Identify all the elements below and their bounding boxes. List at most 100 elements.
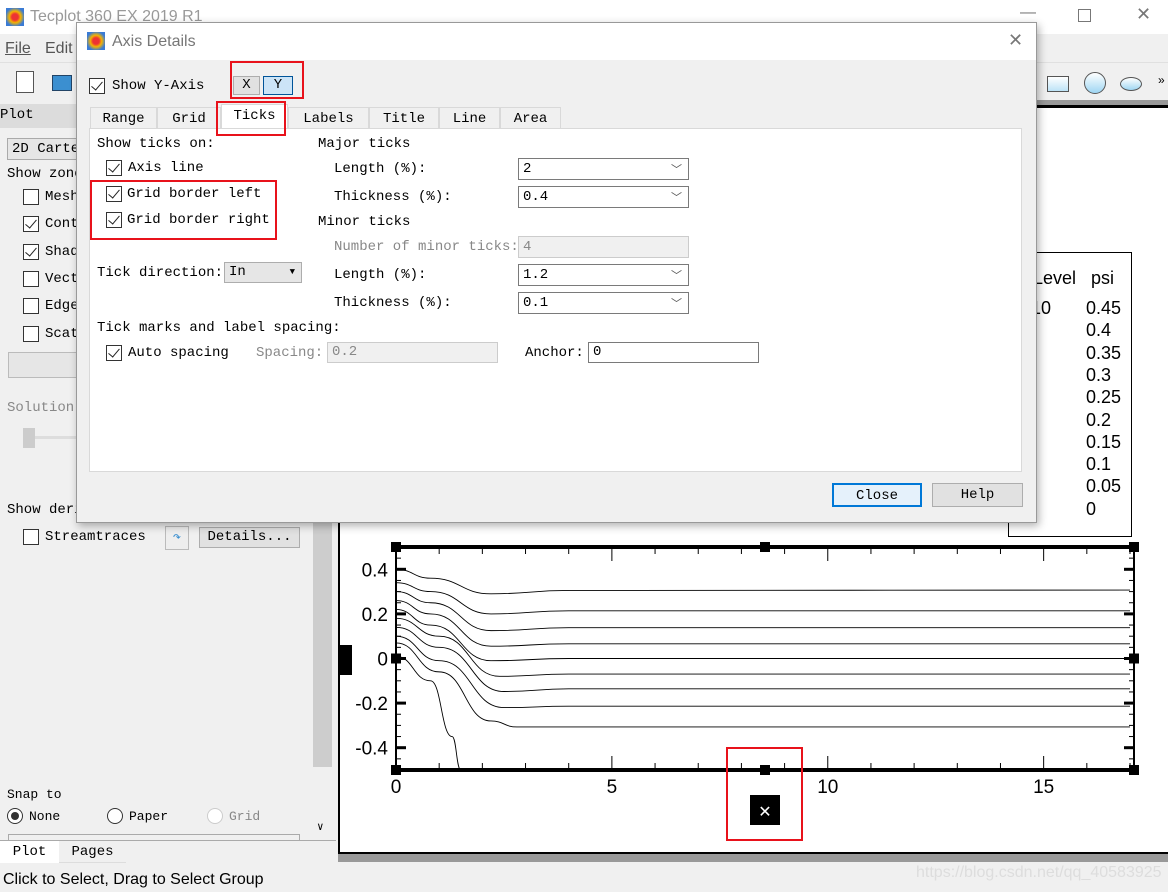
layer-label: Vect xyxy=(45,270,79,287)
spacing-input[interactable]: 0.2 xyxy=(327,342,498,363)
minor-length-value: 1.2 xyxy=(523,267,549,283)
major-thickness-label: Thickness (%): xyxy=(334,189,452,205)
layer-label: Scat xyxy=(45,325,79,342)
tab-range[interactable]: Range xyxy=(90,107,157,129)
streamtraces-label: Streamtraces xyxy=(45,529,146,545)
show-axis-checkbox[interactable] xyxy=(89,78,105,94)
tab-grid[interactable]: Grid xyxy=(157,107,221,129)
dropdown-arrow-icon: ▼ xyxy=(289,267,295,277)
streamtrace-icon[interactable]: ↷ xyxy=(165,526,189,550)
tab-area[interactable]: Area xyxy=(500,107,561,129)
chevron-down-icon: ﹀ xyxy=(671,193,682,205)
scrollbar-thumb[interactable] xyxy=(313,522,332,767)
legend-psi: 0 xyxy=(1086,498,1097,519)
menu-edit[interactable]: Edit xyxy=(45,40,73,58)
workspace-bottom-scroll[interactable] xyxy=(338,854,1168,862)
rectangle-tool-icon[interactable] xyxy=(1047,76,1069,92)
menu-file[interactable]: File xyxy=(5,40,31,58)
snap-radio[interactable] xyxy=(7,808,23,824)
contour-line xyxy=(395,600,1130,647)
layer-checkbox[interactable] xyxy=(23,298,39,315)
ellipse-tool-icon[interactable] xyxy=(1120,77,1142,91)
layer-label: Edge xyxy=(45,298,79,315)
tab-labels[interactable]: Labels xyxy=(288,107,369,129)
app-logo-icon xyxy=(6,8,24,26)
legend-psi: 0.05 xyxy=(1086,476,1122,497)
x-tick-label: 10 xyxy=(817,777,838,798)
minor-thickness-value: 0.1 xyxy=(523,295,549,311)
legend-psi: 0.2 xyxy=(1086,409,1112,430)
contour-line xyxy=(395,608,1130,662)
radio-dot xyxy=(11,812,19,820)
snap-radio[interactable] xyxy=(207,808,223,824)
y-tick-label: 0 xyxy=(377,650,388,671)
show-axis-label: Show Y-Axis xyxy=(112,78,205,94)
selection-handle xyxy=(1129,653,1139,664)
dialog-close-icon[interactable]: ✕ xyxy=(1008,30,1023,51)
more-tools-icon[interactable]: » xyxy=(1158,73,1165,87)
show-derived-label: Show deri xyxy=(7,502,83,518)
maximize-button[interactable] xyxy=(1078,9,1091,22)
solution-slider-track xyxy=(35,436,80,439)
tab-pages[interactable]: Pages xyxy=(59,841,126,863)
layer-label: Mesh xyxy=(45,189,79,205)
axis-line-checkbox[interactable] xyxy=(106,160,122,176)
bottom-tabs: Plot Pages xyxy=(0,840,336,863)
layer-checkbox[interactable] xyxy=(23,189,39,205)
scroll-down-icon[interactable]: ∨ xyxy=(317,820,324,834)
dialog-titlebar: Axis Details ✕ xyxy=(77,23,1036,60)
chevron-down-icon: ﹀ xyxy=(671,299,682,311)
legend-psi: 0.45 xyxy=(1086,298,1122,318)
minor-thickness-select[interactable]: 0.1 ﹀ xyxy=(518,292,689,314)
major-length-select[interactable]: 2 ﹀ xyxy=(518,158,689,180)
legend-header-psi: psi xyxy=(1091,268,1115,288)
snap-radio[interactable] xyxy=(107,808,123,824)
layer-checkbox[interactable] xyxy=(23,243,39,260)
legend-psi: 0.3 xyxy=(1086,364,1112,385)
snap-label: Snap to xyxy=(7,787,62,802)
tab-plot[interactable]: Plot xyxy=(0,841,59,863)
layer-label: Shad xyxy=(45,243,79,260)
major-thickness-select[interactable]: 0.4 ﹀ xyxy=(518,186,689,208)
panel-scrollbar[interactable]: ∨ xyxy=(313,522,332,842)
contour-line xyxy=(395,617,1130,677)
legend-psi: 0.25 xyxy=(1086,387,1122,408)
streamtraces-checkbox[interactable] xyxy=(23,529,39,545)
show-zones-label: Show zone xyxy=(7,166,83,182)
tick-direction-value: In xyxy=(229,264,246,280)
minor-count-input[interactable]: 4 xyxy=(518,236,689,258)
solution-label: Solution xyxy=(7,400,75,416)
new-file-icon[interactable] xyxy=(16,71,34,93)
selection-handle xyxy=(1129,765,1139,775)
open-folder-icon[interactable] xyxy=(52,75,72,91)
close-window-button[interactable]: ✕ xyxy=(1136,4,1151,25)
major-length-value: 2 xyxy=(523,161,532,177)
tab-title[interactable]: Title xyxy=(369,107,439,129)
anchor-input[interactable]: 0 xyxy=(588,342,759,363)
tick-direction-select[interactable]: In ▼ xyxy=(224,262,302,283)
help-button[interactable]: Help xyxy=(932,483,1023,507)
auto-spacing-checkbox[interactable] xyxy=(106,345,122,361)
show-ticks-on-label: Show ticks on: xyxy=(97,136,215,152)
dialog-title: Axis Details xyxy=(112,33,196,50)
spacing-label: Spacing: xyxy=(256,345,324,361)
status-bar: Click to Select, Drag to Select Group xyxy=(3,871,264,888)
close-button[interactable]: Close xyxy=(832,483,922,507)
plot-type-select[interactable]: 2D Carte xyxy=(7,138,87,160)
details-button[interactable]: Details... xyxy=(199,527,300,548)
tab-line[interactable]: Line xyxy=(439,107,500,129)
layer-checkbox[interactable] xyxy=(23,216,39,233)
major-length-label: Length (%): xyxy=(334,161,427,177)
plot-type-value: 2D Carte xyxy=(12,141,80,157)
y-tick-label: 0.4 xyxy=(362,560,389,581)
minimize-button[interactable]: — xyxy=(1020,4,1036,22)
solution-slider[interactable] xyxy=(23,428,35,448)
layer-checkbox[interactable] xyxy=(23,270,39,287)
minor-count-value: 4 xyxy=(523,239,532,255)
circle-tool-icon[interactable] xyxy=(1084,72,1106,94)
minor-length-select[interactable]: 1.2 ﹀ xyxy=(518,264,689,286)
watermark: https://blog.csdn.net/qq_40583925 xyxy=(916,864,1162,881)
chevron-down-icon: ﹀ xyxy=(671,165,682,177)
layer-checkbox[interactable] xyxy=(23,325,39,342)
selection-handle xyxy=(1129,542,1139,552)
